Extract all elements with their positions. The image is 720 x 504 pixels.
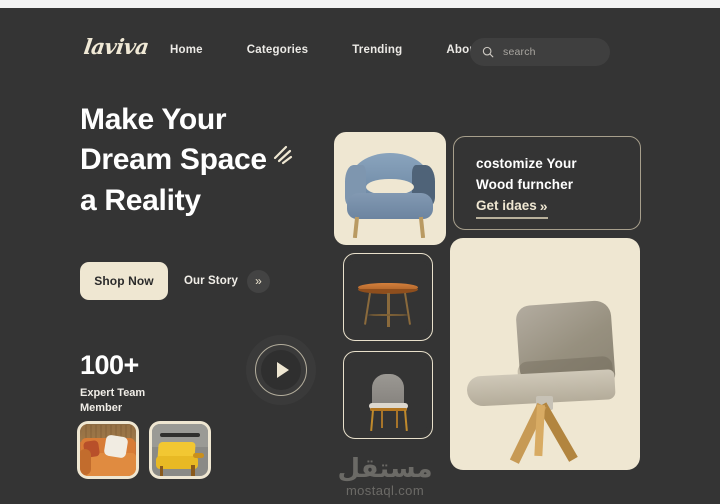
search-placeholder: search	[503, 46, 536, 58]
stat-block: 100+ Expert Team Member	[80, 352, 145, 416]
nav-links: Home Categories Trending About us	[170, 44, 498, 56]
top-navigation-bar: laviva Home Categories Trending About us…	[0, 8, 720, 84]
feature-image-swivel-chair[interactable]	[450, 238, 640, 470]
nav-item-categories[interactable]: Categories	[247, 44, 308, 56]
double-chevron-right-icon: »	[539, 198, 548, 214]
search-icon	[482, 46, 494, 58]
landing-page: laviva Home Categories Trending About us…	[0, 8, 720, 504]
product-card-blue-armchair[interactable]	[334, 132, 446, 245]
headline-line-2-wrap: Dream Space	[80, 140, 350, 181]
copper-stool-image	[349, 259, 427, 335]
stat-label-line-1: Expert Team	[80, 387, 146, 399]
stat-number: 100+	[80, 350, 139, 380]
search-input[interactable]: search	[470, 38, 610, 66]
watermark-domain: mostaql.com	[345, 483, 425, 498]
orange-sofa-image	[80, 424, 136, 476]
watermark: مستقل mostaql.com	[310, 456, 460, 498]
thumbnail-strip	[77, 421, 211, 479]
our-story-link[interactable]: Our Story »	[184, 269, 270, 293]
screenshot-root: laviva Home Categories Trending About us…	[0, 0, 720, 504]
blue-armchair-image	[341, 139, 439, 238]
product-card-grey-dining-chair[interactable]	[343, 351, 433, 439]
get-ideas-label: Get idaes	[476, 198, 537, 213]
sparkle-icon	[271, 137, 293, 177]
hero-headline: Make Your Dream Space a Reality	[80, 100, 350, 221]
product-card-copper-stool[interactable]	[343, 253, 433, 341]
nav-item-home[interactable]: Home	[170, 44, 203, 56]
headline-line-1: Make Your	[80, 103, 227, 136]
promo-line-1: costomize Your	[476, 156, 577, 171]
headline-line-2: Dream Space	[80, 143, 267, 176]
our-story-label: Our Story	[184, 275, 238, 287]
yellow-armchair-image	[152, 424, 208, 476]
promo-line-2: Wood furncher	[476, 177, 574, 192]
play-button-core[interactable]	[261, 350, 301, 390]
double-chevron-right-icon[interactable]: »	[246, 269, 270, 293]
play-video-button[interactable]	[246, 335, 316, 405]
watermark-arabic: مستقل	[337, 454, 433, 484]
stat-label: Expert Team Member	[80, 386, 145, 416]
orange-sofa-thumbnail[interactable]	[77, 421, 139, 479]
yellow-armchair-thumbnail[interactable]	[149, 421, 211, 479]
shop-now-button[interactable]: Shop Now	[80, 262, 168, 300]
brand-logo[interactable]: laviva	[82, 34, 150, 59]
grey-dining-chair-image	[349, 357, 427, 433]
hero-cta-row: Shop Now Our Story »	[80, 262, 270, 300]
get-ideas-link[interactable]: Get idaes »	[476, 197, 548, 219]
nav-item-trending[interactable]: Trending	[352, 44, 402, 56]
beige-swivel-chair-image	[450, 238, 640, 470]
stat-label-line-2: Member	[80, 402, 123, 414]
play-icon	[276, 362, 289, 378]
headline-line-3: a Reality	[80, 184, 201, 218]
promo-card[interactable]: costomize Your Wood furncher Get idaes »	[453, 136, 641, 230]
